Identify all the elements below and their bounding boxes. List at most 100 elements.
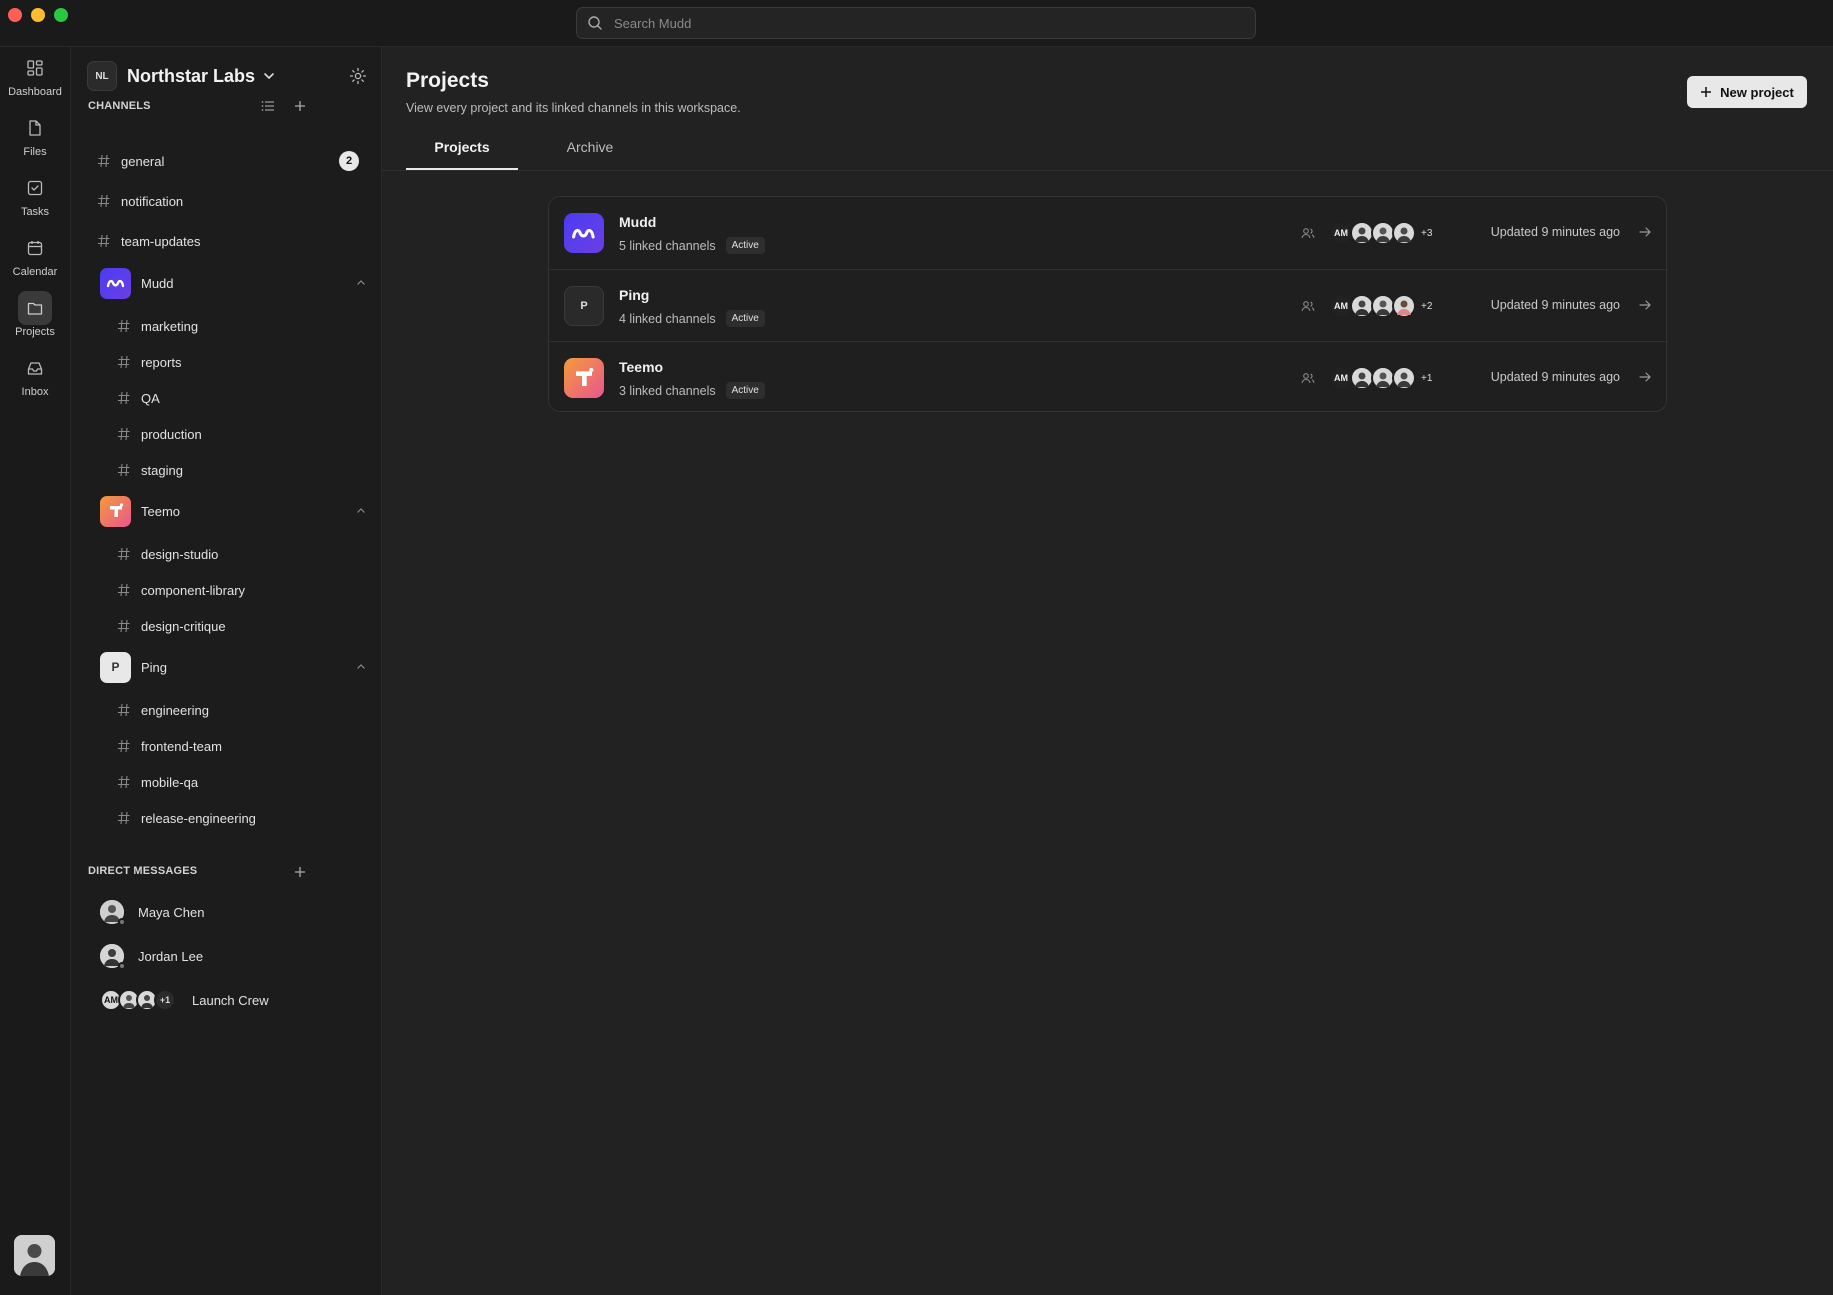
teemo-logo-icon [100,495,131,527]
dm-item[interactable]: Jordan Lee [100,939,366,973]
channel-item[interactable]: engineering [83,693,367,727]
arrow-right-icon[interactable] [1638,370,1652,384]
inbox-icon [18,351,52,385]
close-window-button[interactable] [8,8,22,22]
arrow-right-icon[interactable] [1638,298,1652,312]
chevron-up-icon[interactable] [356,278,366,288]
file-icon [18,111,52,145]
channel-item[interactable]: design-studio [83,537,367,571]
dashboard-icon [18,51,52,85]
rail-label: Projects [15,326,55,338]
channel-label: reports [141,354,182,370]
channel-label: design-studio [141,546,219,562]
add-dm-icon[interactable] [294,866,306,878]
project-row[interactable]: Teemo 3 linked channels Active AM +1 Upd… [549,341,1668,413]
channel-label: notification [121,193,184,209]
search-input[interactable] [612,14,1212,32]
hash-icon [118,739,130,753]
rail-item-files[interactable]: Files [0,111,70,167]
channel-label: team-updates [121,233,201,249]
rail-label: Dashboard [8,86,62,98]
channel-label: marketing [141,318,199,334]
channel-item[interactable]: release-engineering [83,801,367,835]
dm-section-title: DIRECT MESSAGES [88,865,198,877]
member-stack: AM +1 [1301,366,1432,390]
chevron-up-icon[interactable] [356,506,366,516]
new-project-button[interactable]: New project [1687,76,1807,108]
channel-item[interactable]: notification [83,184,367,218]
channel-item[interactable]: design-critique [83,609,367,643]
sidebar: NL Northstar Labs CHANNELS general 2 not… [71,47,382,1295]
project-name: Ping [619,287,650,303]
channel-item[interactable]: mobile-qa [83,765,367,799]
unread-badge: 2 [339,151,359,171]
member-stack: AM +3 [1301,221,1432,245]
chevron-up-icon[interactable] [356,662,366,672]
dm-group-item[interactable]: AM +1 Launch Crew [100,983,366,1017]
project-group-ping[interactable]: P Ping [100,651,366,683]
channel-label: component-library [141,582,246,598]
rail-label: Files [23,146,47,158]
hash-icon [118,427,130,441]
hash-icon [118,775,130,789]
hash-icon [118,619,130,633]
avatar [1392,221,1416,245]
search-bar[interactable] [576,7,1256,39]
status-badge: Active [725,237,765,254]
project-label: Teemo [141,503,181,519]
rail-item-calendar[interactable]: Calendar [0,231,70,287]
channel-item[interactable]: QA [83,381,367,415]
channel-item[interactable]: production [83,417,367,451]
channel-item[interactable]: team-updates [83,224,367,258]
channel-item[interactable]: general 2 [83,144,367,178]
channel-item[interactable]: frontend-team [83,729,367,763]
list-view-icon[interactable] [261,99,275,113]
linked-channels-count: 4 linked channels [619,311,716,326]
channel-item[interactable]: reports [83,345,367,379]
add-channel-icon[interactable] [294,100,306,112]
minimize-window-button[interactable] [31,8,45,22]
tab-projects[interactable]: Projects [406,127,518,167]
channels-section-title: CHANNELS [88,100,151,112]
maximize-window-button[interactable] [54,8,68,22]
linked-channels-count: 5 linked channels [619,238,716,253]
channel-label: release-engineering [141,810,256,826]
avatar [100,944,126,970]
project-meta: 3 linked channels Active [619,382,765,399]
users-icon [1301,228,1315,239]
left-rail: Dashboard Files Tasks Calendar Projects … [0,47,71,1295]
channel-label: production [141,426,202,442]
project-group-mudd[interactable]: Mudd [100,267,366,299]
project-meta: 4 linked channels Active [619,310,765,327]
group-avatars: AM +1 [100,989,176,1011]
ping-logo-icon: P [564,286,604,326]
rail-item-inbox[interactable]: Inbox [0,351,70,407]
gear-icon[interactable] [349,67,367,85]
channel-label: engineering [141,702,209,718]
projects-list: Mudd 5 linked channels Active AM +3 Upda… [548,196,1668,413]
channel-item[interactable]: component-library [83,573,367,607]
user-avatar[interactable] [14,1235,55,1276]
hash-icon [118,547,130,561]
updated-time: Updated 9 minutes ago [1490,225,1620,239]
rail-label: Tasks [20,206,50,218]
ping-logo-icon: P [100,651,131,683]
project-group-teemo[interactable]: Teemo [100,495,366,527]
rail-item-tasks[interactable]: Tasks [0,171,70,227]
project-row[interactable]: P Ping 4 linked channels Active AM +2 Up… [549,269,1668,341]
workspace-switcher[interactable]: NL Northstar Labs [87,59,367,93]
presence-indicator [118,962,126,970]
arrow-right-icon[interactable] [1638,225,1652,239]
project-row[interactable]: Mudd 5 linked channels Active AM +3 Upda… [549,197,1668,269]
project-label: Mudd [141,275,174,291]
rail-label: Inbox [21,386,49,398]
channel-label: frontend-team [141,738,222,754]
plus-icon [1701,87,1712,97]
tab-archive[interactable]: Archive [542,127,638,167]
rail-item-projects[interactable]: Projects [0,291,70,347]
channel-item[interactable]: marketing [83,309,367,343]
rail-item-dashboard[interactable]: Dashboard [0,51,70,107]
dm-item[interactable]: Maya Chen [100,895,366,929]
channel-item[interactable]: staging [83,453,367,487]
page-title: Projects [406,69,489,92]
